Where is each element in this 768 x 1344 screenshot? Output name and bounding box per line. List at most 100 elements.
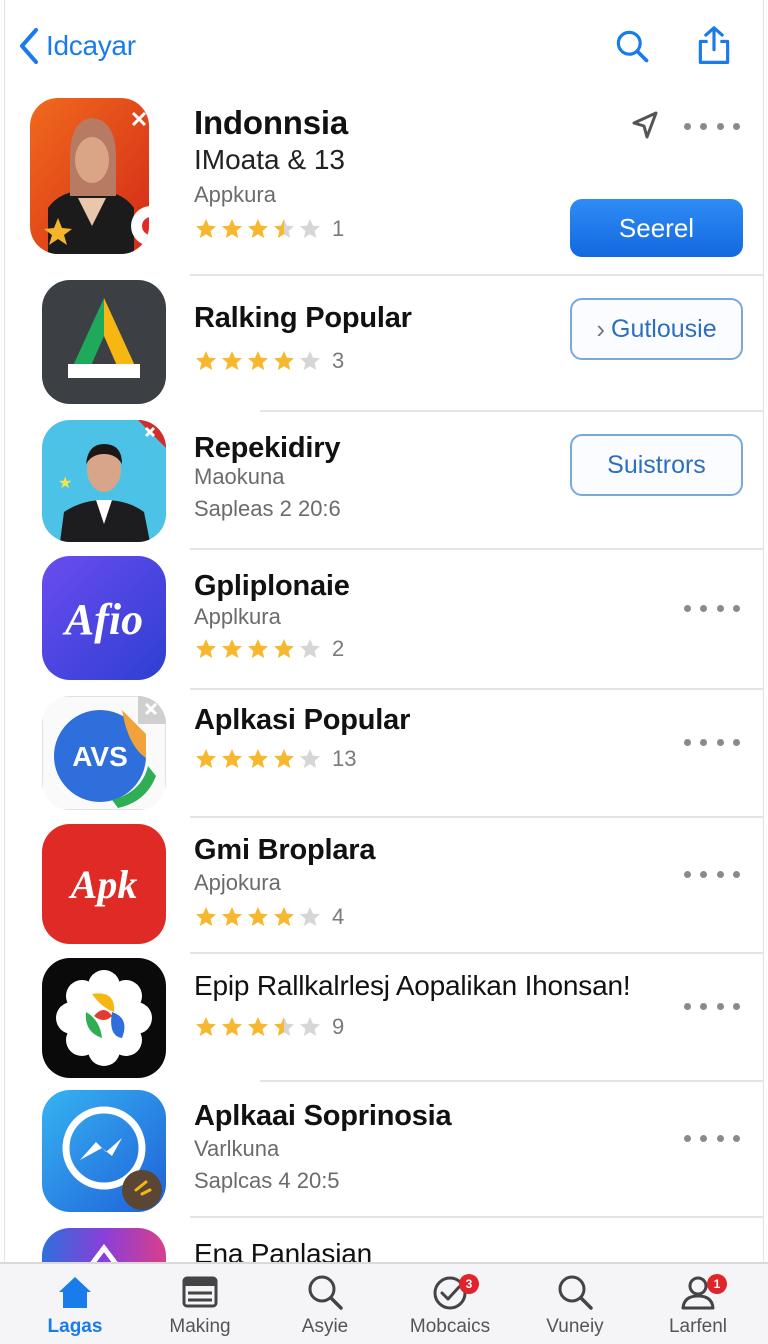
star-icon xyxy=(274,907,294,926)
app-category: Applkura xyxy=(194,604,281,629)
search-icon xyxy=(616,30,649,63)
app-category: Varlkuna xyxy=(194,1136,280,1161)
list-icon xyxy=(182,1276,218,1308)
rating-count: 3 xyxy=(332,348,345,373)
app-row[interactable]: Ena Panlasian xyxy=(0,1218,768,1262)
app-title: Ena Panlasian xyxy=(194,1238,372,1262)
back-button[interactable]: Idcayar xyxy=(16,22,136,70)
star-icon xyxy=(300,1017,320,1036)
rating-count: 13 xyxy=(332,746,357,771)
star-icon xyxy=(196,907,216,926)
app-icon-flower xyxy=(42,958,166,1078)
app-detail: Sapleas 2 20:6 xyxy=(194,496,341,521)
star-icon xyxy=(274,639,294,658)
tab-bar: Lagas Making Asyie Mobcaics 3 Vuneiy Lar… xyxy=(0,1262,768,1344)
svg-text:★: ★ xyxy=(58,473,72,492)
tab-larfenl[interactable]: Larfenl 1 xyxy=(643,1272,753,1344)
star-icon xyxy=(248,219,268,238)
location-arrow-icon[interactable] xyxy=(630,110,660,140)
more-button[interactable] xyxy=(684,730,740,754)
search-icon xyxy=(558,1275,593,1310)
tab-label: Asyie xyxy=(301,1316,349,1337)
app-row[interactable]: Aplkaai Soprinosia Varlkuna Saplcas 4 20… xyxy=(0,1082,768,1218)
featured-app-icon xyxy=(30,98,149,254)
app-action-button[interactable]: Suistrors xyxy=(570,434,743,496)
star-icon xyxy=(222,749,242,768)
app-title: Aplkaai Soprinosia xyxy=(194,1100,452,1132)
search-button[interactable] xyxy=(610,22,654,70)
app-row[interactable]: Ralking Popular 3 › Gutlousie xyxy=(0,276,768,412)
app-row[interactable]: Apk Gmi Broplara Apjokura 4 xyxy=(0,818,768,954)
star-icon xyxy=(300,351,320,370)
app-action-button[interactable]: › Gutlousie xyxy=(570,298,743,360)
tab-label: Vuneiy xyxy=(546,1316,604,1337)
star-icon xyxy=(196,749,216,768)
app-row[interactable]: ★ Repekidiry Maokuna Sapleas 2 20:6 Suis… xyxy=(0,412,768,550)
app-rating: 9 xyxy=(194,1014,344,1040)
share-button[interactable] xyxy=(692,22,736,70)
star-icon xyxy=(196,351,216,370)
star-icon xyxy=(222,1017,242,1036)
star-icon xyxy=(300,907,320,926)
star-icon xyxy=(248,639,268,658)
app-rating: 4 xyxy=(194,904,344,930)
home-icon xyxy=(59,1277,91,1308)
app-category: Apjokura xyxy=(194,870,281,895)
tab-label: Mobcaics xyxy=(409,1316,491,1337)
star-icon xyxy=(196,639,216,658)
star-icon xyxy=(248,351,268,370)
notification-badge: 1 xyxy=(707,1274,727,1294)
app-title: Aplkasi Popular xyxy=(194,704,411,736)
app-icon-a-logo xyxy=(42,280,166,404)
tab-vuneiy[interactable]: Vuneiy xyxy=(520,1272,630,1344)
more-button[interactable] xyxy=(684,994,740,1018)
app-title: Gpliplonaie xyxy=(194,570,350,602)
app-row[interactable]: AVS Aplkasi Popular 13 xyxy=(0,690,768,818)
star-icon xyxy=(274,219,294,238)
app-row[interactable]: Afio Gpliplonaie Applkura 2 xyxy=(0,550,768,690)
featured-app-title: Indonnsia xyxy=(194,104,349,141)
featured-action-button[interactable]: Seerel xyxy=(570,199,743,257)
notification-badge: 3 xyxy=(459,1274,479,1294)
star-icon xyxy=(248,1017,268,1036)
search-icon xyxy=(308,1275,343,1310)
star-icon xyxy=(196,219,216,238)
chevron-right-icon: › xyxy=(596,313,606,344)
star-icon xyxy=(248,749,268,768)
svg-text:Afio: Afio xyxy=(62,595,143,644)
tab-lagas[interactable]: Lagas xyxy=(20,1272,130,1344)
app-title: Ralking Popular xyxy=(194,302,412,334)
tab-asyie[interactable]: Asyie xyxy=(270,1272,380,1344)
featured-app-subtitle: IMoata & 13 xyxy=(194,144,345,175)
nav-bar: Idcayar xyxy=(0,0,768,92)
app-title: Gmi Broplara xyxy=(194,834,376,866)
app-icon-partial xyxy=(42,1228,166,1262)
star-icon xyxy=(222,351,242,370)
more-button[interactable] xyxy=(684,596,740,620)
featured-app-category: Appkura xyxy=(194,182,276,207)
share-icon xyxy=(698,26,730,64)
svg-text:Apk: Apk xyxy=(68,862,138,907)
featured-app-row[interactable]: Indonnsia IMoata & 13 Appkura 1 Seerel xyxy=(0,92,768,276)
tab-mobcaics[interactable]: Mobcaics 3 xyxy=(395,1272,505,1344)
rating-count: 1 xyxy=(332,216,345,241)
app-icon-afio: Afio xyxy=(42,556,166,680)
more-button[interactable] xyxy=(684,114,740,138)
featured-app-rating: 1 xyxy=(194,216,344,242)
more-button[interactable] xyxy=(684,862,740,886)
star-icon xyxy=(196,1017,216,1036)
app-detail: Saplcas 4 20:5 xyxy=(194,1168,340,1193)
star-icon xyxy=(222,907,242,926)
app-icon-messenger xyxy=(42,1090,166,1212)
star-icon xyxy=(248,907,268,926)
star-icon xyxy=(222,219,242,238)
tab-making[interactable]: Making xyxy=(145,1272,255,1344)
more-button[interactable] xyxy=(684,1126,740,1150)
app-row[interactable]: Epip Rallkalrlesj Aopalikan Ihonsan! 9 xyxy=(0,954,768,1082)
app-action-label: Gutlousie xyxy=(611,314,717,343)
star-icon xyxy=(300,219,320,238)
star-icon xyxy=(274,1017,294,1036)
tab-label: Larfenl xyxy=(668,1316,728,1337)
app-icon-apk: Apk xyxy=(42,824,166,944)
tab-label: Lagas xyxy=(47,1316,103,1337)
